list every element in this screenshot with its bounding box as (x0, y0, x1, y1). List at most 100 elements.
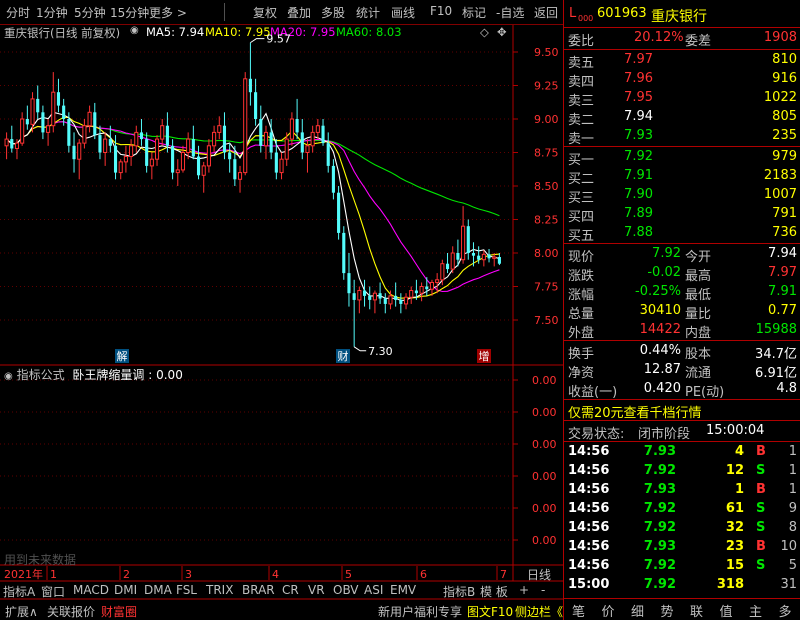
candle-body (419, 286, 424, 294)
tick-side: S (756, 558, 766, 573)
new-user-promo-link[interactable]: 新用户福利专享 (378, 603, 462, 620)
tick-side: S (756, 463, 766, 478)
quote-side-tab[interactable]: 笔 (572, 601, 585, 620)
tab-indicator-b[interactable]: 指标B (443, 583, 475, 600)
tick-volume: 4 (734, 444, 744, 459)
candle-body (206, 145, 211, 167)
candle-body (429, 281, 435, 290)
indicator-axis-label: 0.00 (532, 438, 557, 451)
tick-row: 14:56 7.92 61 S 9 (564, 500, 800, 519)
ask-volume: 805 (772, 109, 797, 124)
bid-price: 7.88 (624, 225, 653, 240)
candle-body (36, 98, 40, 113)
ask-volume: 1022 (763, 90, 797, 105)
candle-body (129, 145, 134, 158)
tab-indicator-a[interactable]: 指标A (3, 583, 35, 600)
tick-price: 7.93 (643, 539, 676, 554)
indicator-toggle-icon[interactable]: ◉ (4, 371, 13, 382)
candle-body (149, 158, 154, 167)
quote-side-tab[interactable]: 价 (602, 601, 615, 620)
quote-side-tab[interactable]: 多 (779, 601, 792, 620)
candle-body (362, 290, 367, 296)
tab-emv[interactable]: EMV (390, 583, 416, 597)
tick-side: B (756, 482, 766, 497)
stat-value: 7.92 (652, 246, 681, 261)
tick-side: S (756, 501, 766, 516)
add-window-button[interactable]: + (519, 583, 529, 597)
tick-row: 14:56 7.92 15 S 5 (564, 557, 800, 576)
tick-count: 8 (788, 520, 797, 535)
tick-time: 14:56 (568, 482, 610, 497)
promo-banner[interactable]: 仅需20元查看千档行情 (564, 401, 800, 421)
candle-body (305, 145, 310, 154)
stock-badge-sub: 000 (578, 14, 594, 23)
weibi-value: 20.12% (634, 30, 684, 45)
x-axis-label: 6 (420, 568, 427, 581)
wealth-circle-button[interactable]: 财富圈 (101, 603, 137, 620)
tab-vr[interactable]: VR (308, 583, 325, 597)
ask-row: 卖三 7.95 1022 (564, 89, 800, 109)
stat-label: 内盘 (685, 326, 712, 341)
bottom-bar: 扩展∧ 关联报价 财富圈 新用户福利专享 图文F10 侧边栏《 (0, 601, 563, 620)
tick-side: B (756, 539, 766, 554)
f10-graphic-button[interactable]: 图文F10 (467, 603, 513, 620)
tab-window[interactable]: 窗口 (41, 583, 65, 600)
stock-name: 重庆银行 (651, 9, 707, 25)
tab-template[interactable]: 模 板 (480, 583, 508, 600)
candle-body (383, 298, 387, 304)
candle-body (487, 254, 491, 259)
candle-body (254, 92, 258, 119)
candle-body (165, 125, 169, 146)
tick-volume: 23 (725, 539, 744, 554)
tick-price: 7.92 (643, 577, 676, 592)
quote-panel: L 000 601963 重庆银行 委比 20.12% 委差 1908 卖五 7.… (563, 0, 800, 620)
candle-body (481, 253, 486, 261)
indicator-title[interactable]: 指标公式 (17, 368, 65, 382)
period-daily-label[interactable]: 日线 (527, 566, 551, 583)
quote-side-tab[interactable]: 值 (720, 601, 733, 620)
kline-chart[interactable]: 9.50 9.25 9.00 8.75 8.50 8.25 8.00 7.75 7.50 0.0… (0, 0, 563, 620)
tab-dmi[interactable]: DMI (114, 583, 137, 597)
tab-asi[interactable]: ASI (364, 583, 383, 597)
tab-brar[interactable]: BRAR (242, 583, 275, 597)
tick-row: 14:56 7.92 32 S 8 (564, 519, 800, 538)
ask-row: 卖二 7.94 805 (564, 108, 800, 128)
stat-label: 涨幅 (568, 288, 595, 303)
x-axis-label: 1 (50, 568, 57, 581)
high-pointer (250, 38, 265, 44)
candle-body (289, 118, 294, 140)
candle-body (492, 256, 497, 259)
low-price-label: 7.30 (368, 345, 393, 358)
candle-body (4, 138, 9, 147)
tab-fsl[interactable]: FSL (176, 583, 197, 597)
tab-macd[interactable]: MACD (73, 583, 109, 597)
related-quotes-button[interactable]: 关联报价 (47, 603, 95, 620)
candle-body (56, 92, 61, 106)
tick-count: 1 (788, 463, 797, 478)
quote-side-tab[interactable]: 势 (661, 601, 674, 620)
stat-value: 34.7亿 (755, 347, 797, 362)
quote-side-tab[interactable]: 联 (690, 601, 703, 620)
stat-value: -0.02 (647, 265, 681, 280)
sidebar-toggle-button[interactable]: 侧边栏《 (515, 603, 563, 620)
tab-cr[interactable]: CR (282, 583, 299, 597)
stat-label: 外盘 (568, 326, 595, 341)
quote-side-tab[interactable]: 主 (749, 601, 762, 620)
bid-level-label: 买四 (568, 210, 595, 225)
remove-window-button[interactable]: - (541, 583, 545, 597)
quote-side-tabs: 笔价细势联值主多 (564, 599, 800, 620)
quote-side-tab[interactable]: 细 (631, 601, 644, 620)
candle-body (461, 225, 466, 261)
expand-button[interactable]: 扩展∧ (5, 603, 38, 620)
candle-body (259, 119, 263, 146)
tab-trix[interactable]: TRIX (206, 583, 233, 597)
tick-volume: 318 (716, 577, 744, 592)
tab-obv[interactable]: OBV (333, 583, 359, 597)
tab-dma[interactable]: DMA (144, 583, 172, 597)
candle-body (201, 165, 206, 176)
stat-value: 0.420 (643, 381, 681, 396)
candle-body (456, 253, 460, 260)
stock-code: 601963 (597, 6, 647, 21)
candle-body (352, 293, 356, 300)
stat-label: 股本 (685, 347, 712, 362)
